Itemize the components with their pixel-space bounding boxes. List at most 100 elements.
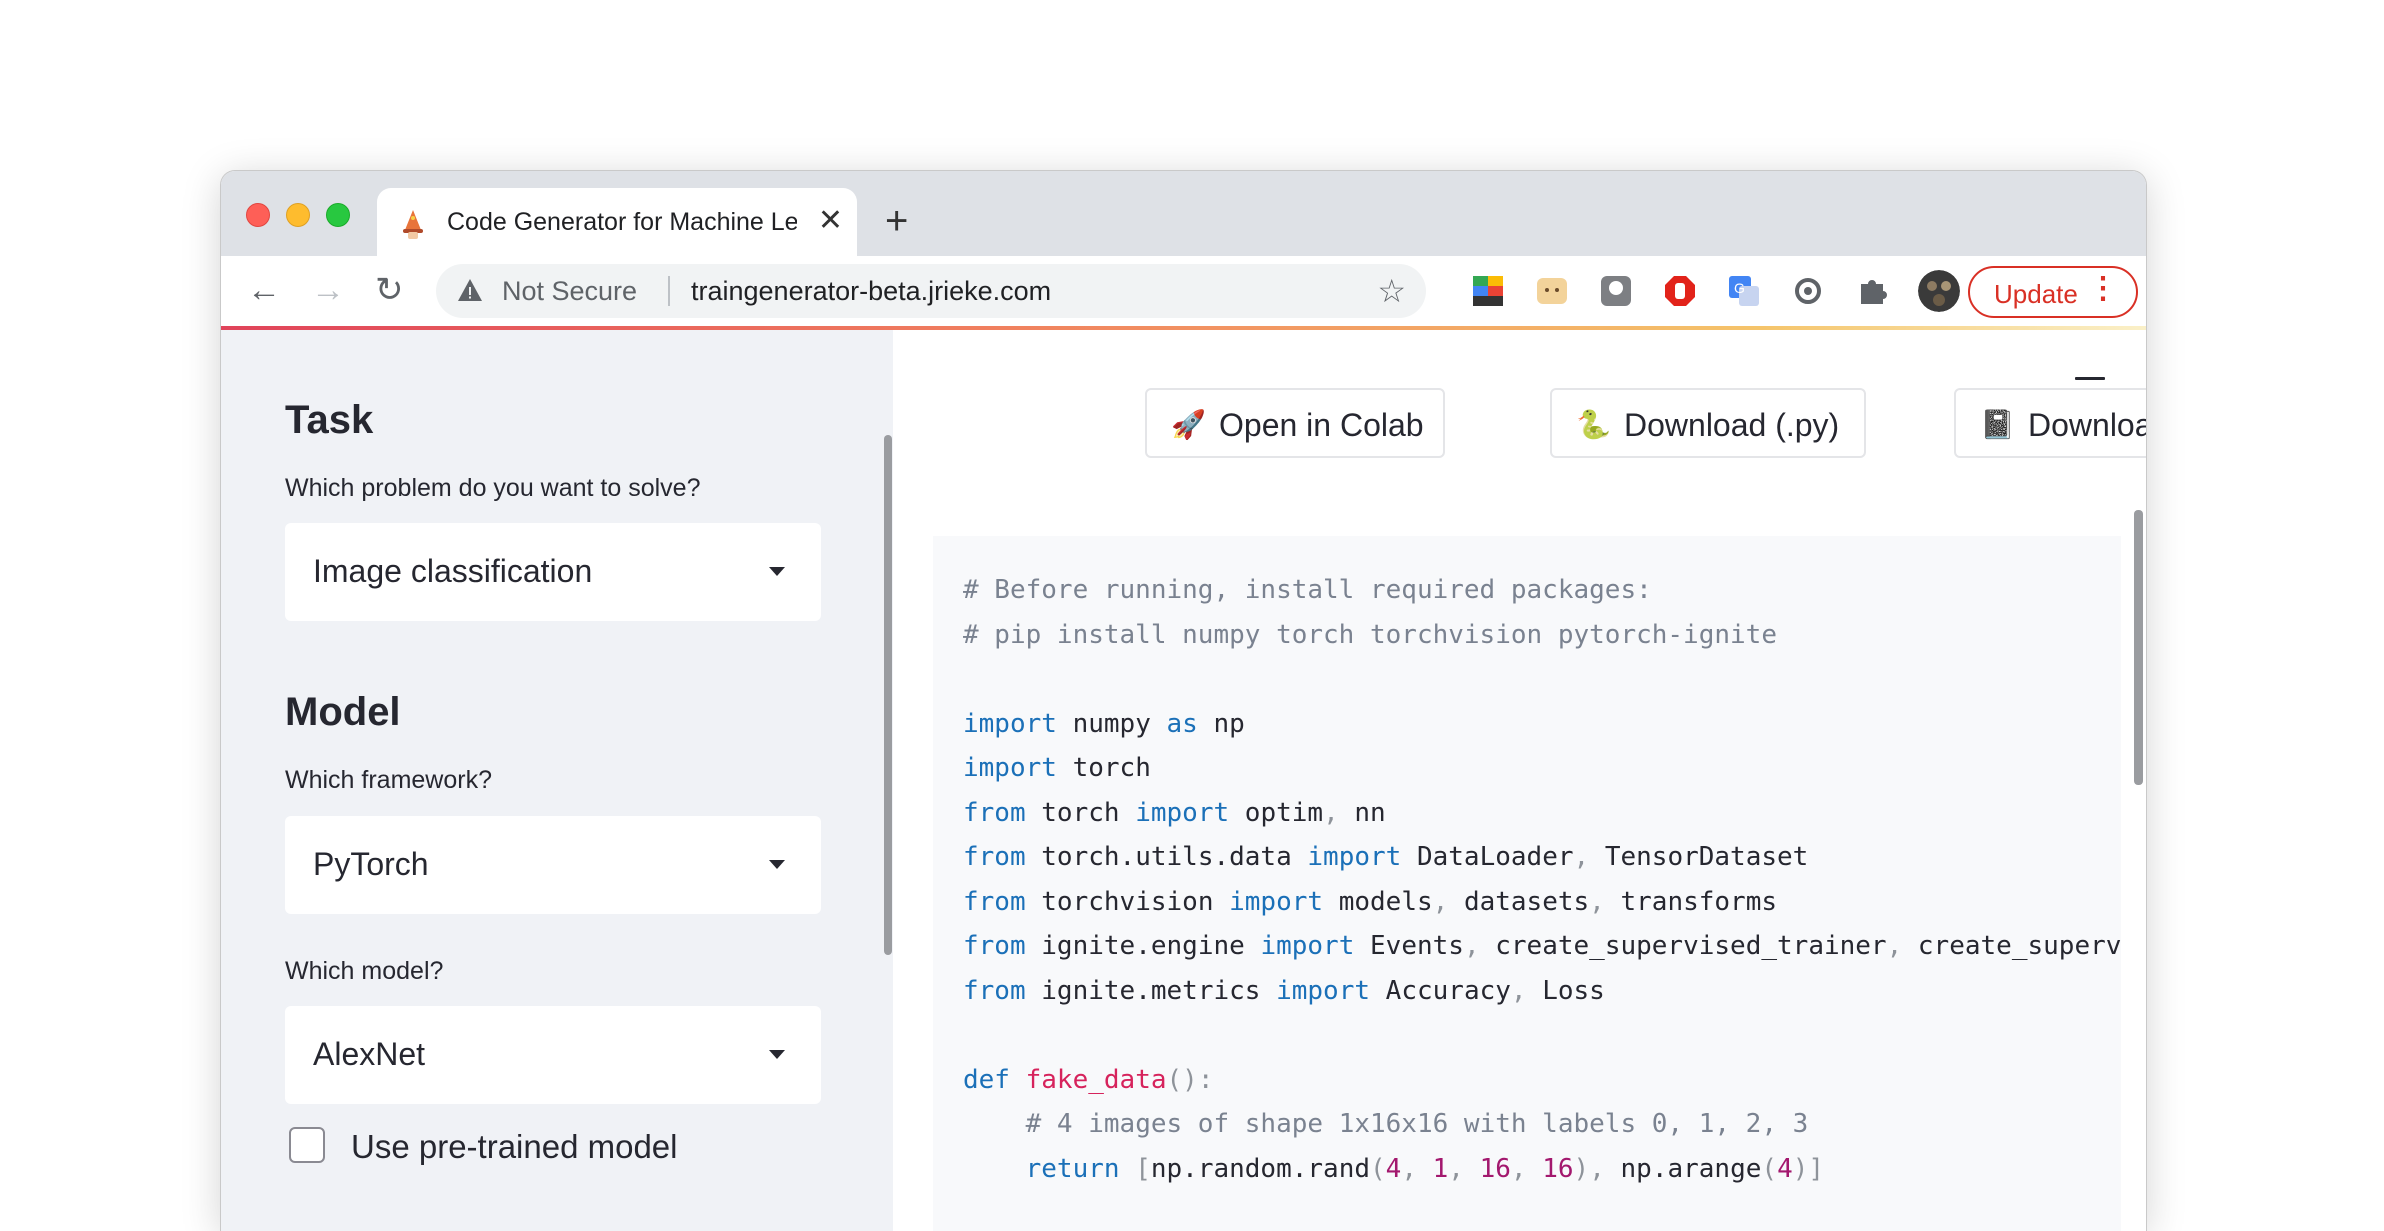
code-identifier: np.arange xyxy=(1620,1153,1762,1184)
model-select[interactable]: AlexNet xyxy=(285,1006,821,1104)
code-identifier: numpy xyxy=(1072,708,1151,739)
update-button[interactable]: Update ⋮ xyxy=(1968,266,2138,318)
address-divider xyxy=(668,276,670,306)
tab-title: Code Generator for Machine Le xyxy=(447,208,797,236)
code-identifier: torch.utils.data xyxy=(1041,842,1292,872)
code-keyword: import xyxy=(1135,797,1230,828)
sidebar: Task Which problem do you want to solve?… xyxy=(221,330,893,1231)
code-identifier: ignite.engine xyxy=(1041,931,1245,961)
code-keyword: as xyxy=(1166,708,1198,739)
code-comment: # Before running, install required packa… xyxy=(963,575,1652,605)
maximize-window-button[interactable] xyxy=(326,203,350,227)
download-py-button[interactable]: 🐍 Download (.py) xyxy=(1550,388,1866,458)
framework-select-value: PyTorch xyxy=(313,846,429,882)
snake-icon: 🐍 xyxy=(1576,409,1611,440)
code-keyword: from xyxy=(963,931,1026,961)
notebook-icon: 📓 xyxy=(1980,409,2015,440)
main-content: 🚀 Open in Colab 🐍 Download (.py) 📓 Downl… xyxy=(893,330,2146,1231)
task-question: Which problem do you want to solve? xyxy=(285,474,701,502)
code-identifier: DataLoader xyxy=(1416,842,1574,872)
browser-toolbar: ← → ↻ Not Secure traingenerator-beta.jri… xyxy=(221,256,2146,326)
browser-tab[interactable]: Code Generator for Machine Le ✕ xyxy=(377,188,857,258)
code-number: 4 xyxy=(1777,1153,1793,1184)
back-icon[interactable]: ← xyxy=(247,272,281,308)
code-number: 1 xyxy=(1432,1153,1449,1184)
code-keyword: def xyxy=(963,1064,1010,1095)
chevron-down-icon xyxy=(769,860,785,869)
code-function-name: fake_data xyxy=(1025,1064,1167,1095)
task-select[interactable]: Image classification xyxy=(285,523,821,621)
code-keyword: import xyxy=(1260,931,1355,961)
tab-close-icon[interactable]: ✕ xyxy=(818,206,843,236)
translate-extension-icon[interactable]: G xyxy=(1727,274,1761,308)
color-palette-extension-icon[interactable] xyxy=(1471,274,1505,308)
update-label: Update xyxy=(1994,279,2078,309)
download-ipynb-button[interactable]: 📓 Download (.ipynb) xyxy=(1954,388,2146,458)
code-identifier: torch xyxy=(1041,797,1120,828)
main-scrollbar[interactable] xyxy=(2134,510,2143,785)
chevron-down-icon xyxy=(769,1050,785,1059)
minimize-window-button[interactable] xyxy=(286,203,310,227)
rocket-icon: 🚀 xyxy=(1171,409,1206,440)
browser-window: Code Generator for Machine Le ✕ + ← → ↻ … xyxy=(221,171,2146,1231)
code-keyword: from xyxy=(963,842,1026,872)
sidebar-scrollbar[interactable] xyxy=(884,435,892,955)
code-identifier: datasets xyxy=(1463,886,1590,917)
framework-select[interactable]: PyTorch xyxy=(285,816,821,914)
code-number: 4 xyxy=(1385,1153,1402,1184)
code-keyword: import xyxy=(1276,975,1371,1006)
code-identifier: ignite.metrics xyxy=(1041,975,1261,1006)
code-text: # Before running, install required packa… xyxy=(963,568,2121,1191)
code-identifier: Accuracy xyxy=(1385,975,1511,1006)
code-identifier: Loss xyxy=(1542,975,1605,1006)
profile-extension-icon[interactable] xyxy=(1599,274,1633,308)
code-keyword: import xyxy=(963,708,1057,739)
code-identifier: np.random.rand xyxy=(1150,1153,1371,1184)
code-keyword: import xyxy=(963,753,1057,783)
pretrained-checkbox[interactable] xyxy=(289,1127,325,1163)
code-comment: # 4 images of shape 1x16x16 with labels … xyxy=(1025,1109,1809,1139)
model-select-value: AlexNet xyxy=(313,1036,426,1072)
code-punctuation: (): xyxy=(1166,1064,1214,1095)
download-py-label: Download (.py) xyxy=(1624,407,1840,443)
adblock-extension-icon[interactable] xyxy=(1663,274,1697,308)
more-menu-icon[interactable]: ⋮ xyxy=(2088,274,2118,304)
new-tab-button[interactable]: + xyxy=(885,201,908,241)
puzzle-extensions-icon[interactable] xyxy=(1855,274,1889,308)
code-keyword: import xyxy=(1229,886,1324,917)
code-keyword: import xyxy=(1307,842,1402,872)
code-identifier: transforms xyxy=(1620,886,1778,917)
code-identifier: create_supervised_trainer xyxy=(1495,931,1887,961)
model-question: Which model? xyxy=(285,957,444,985)
open-in-colab-label: Open in Colab xyxy=(1219,407,1424,443)
reload-icon[interactable]: ↻ xyxy=(375,272,404,308)
code-identifier: np xyxy=(1213,708,1245,739)
address-bar[interactable]: Not Secure traingenerator-beta.jrieke.co… xyxy=(436,264,1426,318)
avatar[interactable] xyxy=(1918,270,1960,312)
code-keyword: from xyxy=(963,886,1026,917)
code-identifier: TensorDataset xyxy=(1604,842,1809,872)
code-keyword: return xyxy=(1025,1153,1120,1184)
forward-icon[interactable]: → xyxy=(311,272,345,308)
cat-extension-icon[interactable] xyxy=(1535,274,1569,308)
bookmark-star-icon[interactable]: ☆ xyxy=(1377,272,1406,310)
code-number: 16 xyxy=(1542,1153,1574,1184)
open-in-colab-button[interactable]: 🚀 Open in Colab xyxy=(1145,388,1445,458)
not-secure-label: Not Secure xyxy=(502,276,638,306)
close-window-button[interactable] xyxy=(246,203,270,227)
pretrained-label[interactable]: Use pre-trained model xyxy=(351,1128,678,1166)
warning-icon xyxy=(458,279,482,301)
url-text[interactable]: traingenerator-beta.jrieke.com xyxy=(691,276,1051,307)
code-identifier: torch xyxy=(1072,753,1151,783)
code-comment: # pip install numpy torch torchvision py… xyxy=(963,619,1777,650)
sync-extension-icon[interactable] xyxy=(1791,274,1825,308)
code-block[interactable]: # Before running, install required packa… xyxy=(933,536,2121,1231)
wizard-favicon-icon xyxy=(403,210,423,239)
code-number: 16 xyxy=(1479,1153,1511,1184)
task-select-value: Image classification xyxy=(313,553,593,589)
code-identifier: torchvision xyxy=(1041,886,1214,917)
code-identifier: create_supervi xyxy=(1917,931,2121,961)
code-keyword: from xyxy=(963,797,1026,828)
code-identifier: optim xyxy=(1244,797,1324,828)
framework-question: Which framework? xyxy=(285,766,492,794)
